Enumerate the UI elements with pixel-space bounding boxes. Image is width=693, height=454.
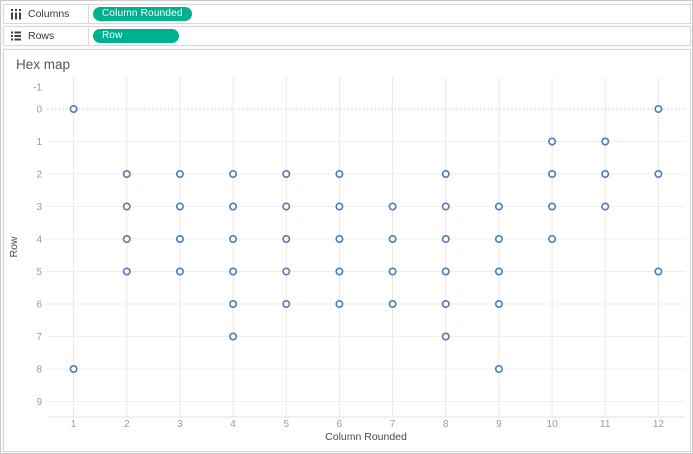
mark-circle[interactable] bbox=[230, 171, 236, 177]
y-tick-label: 4 bbox=[36, 235, 42, 246]
mark-circle[interactable] bbox=[124, 203, 130, 209]
x-tick-label: 12 bbox=[653, 419, 665, 430]
y-tick-label: 7 bbox=[36, 332, 42, 343]
columns-shelf-label: Columns bbox=[4, 5, 89, 23]
rows-icon bbox=[10, 30, 22, 42]
mark-circle[interactable] bbox=[124, 171, 130, 177]
rows-shelf-field[interactable]: Row bbox=[89, 27, 690, 45]
mark-circle[interactable] bbox=[496, 301, 502, 307]
mark-circle[interactable] bbox=[655, 171, 661, 177]
y-tick-label: 9 bbox=[36, 397, 42, 408]
columns-shelf-field[interactable]: Column Rounded bbox=[89, 5, 690, 23]
rows-shelf-label: Rows bbox=[4, 27, 89, 45]
columns-icon bbox=[10, 8, 22, 20]
mark-circle[interactable] bbox=[177, 236, 183, 242]
x-axis-title: Column Rounded bbox=[325, 431, 407, 443]
rows-shelf-text: Rows bbox=[28, 30, 54, 42]
mark-circle[interactable] bbox=[230, 236, 236, 242]
x-tick-label: 11 bbox=[600, 419, 611, 430]
mark-circle[interactable] bbox=[283, 268, 289, 274]
mark-circle[interactable] bbox=[177, 268, 183, 274]
x-tick-label: 7 bbox=[390, 419, 396, 430]
mark-circle[interactable] bbox=[655, 106, 661, 112]
mark-circle[interactable] bbox=[496, 366, 502, 372]
mark-circle[interactable] bbox=[496, 203, 502, 209]
y-tick-label: 0 bbox=[36, 105, 42, 116]
mark-circle[interactable] bbox=[124, 268, 130, 274]
pill-row[interactable]: Row bbox=[93, 29, 179, 43]
mark-circle[interactable] bbox=[443, 203, 449, 209]
mark-circle[interactable] bbox=[336, 301, 342, 307]
mark-circle[interactable] bbox=[283, 171, 289, 177]
mark-circle[interactable] bbox=[443, 171, 449, 177]
mark-circle[interactable] bbox=[443, 301, 449, 307]
y-tick-label: 8 bbox=[36, 365, 42, 376]
worksheet-card: Hex map -10123456789123456789101112Colum… bbox=[3, 49, 691, 452]
mark-circle[interactable] bbox=[389, 236, 395, 242]
pill-column-rounded[interactable]: Column Rounded bbox=[93, 7, 192, 21]
mark-circle[interactable] bbox=[655, 268, 661, 274]
mark-circle[interactable] bbox=[496, 268, 502, 274]
mark-circle[interactable] bbox=[70, 106, 76, 112]
mark-circle[interactable] bbox=[389, 301, 395, 307]
rows-shelf[interactable]: Rows Row bbox=[3, 26, 691, 46]
y-tick-label: -1 bbox=[33, 83, 42, 94]
mark-circle[interactable] bbox=[124, 236, 130, 242]
mark-circle[interactable] bbox=[177, 171, 183, 177]
y-axis-title: Row bbox=[8, 236, 20, 257]
mark-circle[interactable] bbox=[602, 203, 608, 209]
mark-circle[interactable] bbox=[283, 301, 289, 307]
x-tick-label: 5 bbox=[283, 419, 289, 430]
mark-circle[interactable] bbox=[602, 138, 608, 144]
mark-circle[interactable] bbox=[443, 333, 449, 339]
mark-circle[interactable] bbox=[443, 236, 449, 242]
x-tick-label: 9 bbox=[496, 419, 502, 430]
mark-circle[interactable] bbox=[549, 236, 555, 242]
mark-circle[interactable] bbox=[177, 203, 183, 209]
mark-circle[interactable] bbox=[443, 268, 449, 274]
mark-circle[interactable] bbox=[549, 171, 555, 177]
y-tick-label: 5 bbox=[36, 267, 42, 278]
x-tick-label: 6 bbox=[337, 419, 343, 430]
tableau-window: Columns Column Rounded Rows Row Hex bbox=[0, 0, 693, 454]
x-tick-label: 8 bbox=[443, 419, 449, 430]
mark-circle[interactable] bbox=[389, 203, 395, 209]
mark-circle[interactable] bbox=[230, 268, 236, 274]
x-tick-label: 2 bbox=[124, 419, 130, 430]
x-tick-label: 3 bbox=[177, 419, 183, 430]
mark-circle[interactable] bbox=[549, 138, 555, 144]
x-tick-label: 1 bbox=[71, 419, 77, 430]
mark-circle[interactable] bbox=[549, 203, 555, 209]
y-tick-label: 1 bbox=[36, 137, 42, 148]
mark-circle[interactable] bbox=[283, 236, 289, 242]
y-tick-label: 2 bbox=[36, 170, 42, 181]
mark-circle[interactable] bbox=[283, 203, 289, 209]
plot-area[interactable]: -10123456789123456789101112Column Rounde… bbox=[4, 50, 690, 451]
mark-circle[interactable] bbox=[230, 203, 236, 209]
mark-circle[interactable] bbox=[336, 236, 342, 242]
mark-circle[interactable] bbox=[336, 203, 342, 209]
x-tick-label: 10 bbox=[547, 419, 559, 430]
mark-circle[interactable] bbox=[336, 171, 342, 177]
mark-circle[interactable] bbox=[230, 301, 236, 307]
mark-circle[interactable] bbox=[496, 236, 502, 242]
mark-circle[interactable] bbox=[70, 366, 76, 372]
columns-shelf[interactable]: Columns Column Rounded bbox=[3, 4, 691, 24]
mark-circle[interactable] bbox=[336, 268, 342, 274]
mark-circle[interactable] bbox=[389, 268, 395, 274]
y-tick-label: 6 bbox=[36, 300, 42, 311]
y-tick-label: 3 bbox=[36, 202, 42, 213]
mark-circle[interactable] bbox=[230, 333, 236, 339]
mark-circle[interactable] bbox=[602, 171, 608, 177]
x-tick-label: 4 bbox=[230, 419, 236, 430]
columns-shelf-text: Columns bbox=[28, 8, 69, 20]
